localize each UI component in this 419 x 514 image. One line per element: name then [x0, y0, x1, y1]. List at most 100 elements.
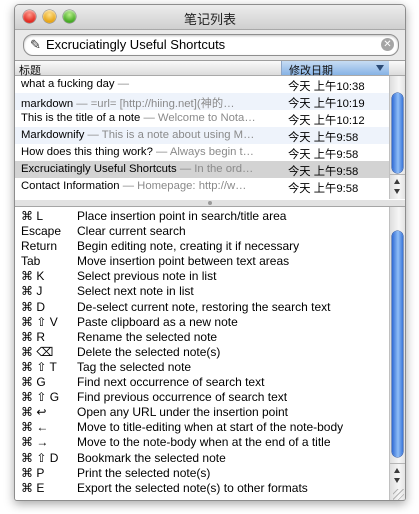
- shortcut-key: ⌘ G: [21, 375, 46, 390]
- note-date: 今天 上午9:58: [288, 166, 359, 178]
- note-list-row[interactable]: Excruciatingly Useful Shortcuts — In the…: [15, 161, 390, 178]
- search-field[interactable]: ✎ Excruciatingly Useful Shortcuts ✕: [23, 34, 399, 56]
- note-list-row[interactable]: what a fucking day — 今天 上午10:38: [15, 76, 390, 93]
- shortcut-line: ⌘ ⇧ T Tag the selected note: [15, 359, 390, 374]
- shortcut-description: Move to title-editing when at start of t…: [77, 420, 344, 435]
- note-list-row[interactable]: Contact Information — Homepage: http://w…: [15, 178, 390, 195]
- column-header-date[interactable]: 修改日期: [281, 61, 389, 77]
- note-scrollbar[interactable]: [389, 207, 405, 500]
- note-title: Markdownify: [21, 129, 85, 141]
- splitter-handle-icon[interactable]: [208, 201, 212, 205]
- shortcut-line: ⌘ ⇧ G Find previous occurrence of search …: [15, 389, 390, 404]
- note-preview: — In the ord…: [176, 163, 254, 175]
- note-title: Excruciatingly Useful Shortcuts: [21, 163, 177, 175]
- note-list-row[interactable]: Markdownify — This is a note about using…: [15, 127, 390, 144]
- note-title-cell: what a fucking day —: [21, 78, 275, 90]
- shortcut-description: Move to the note-body when at the end of…: [77, 435, 331, 450]
- shortcut-line: ⌘ ↩ Open any URL under the insertion poin…: [15, 404, 390, 419]
- scroll-down-icon[interactable]: [394, 189, 400, 194]
- pencil-icon: ✎: [30, 37, 41, 52]
- shortcut-key: ⌘ ⇧ V: [21, 314, 58, 329]
- shortcut-description: Bookmark the selected note: [77, 450, 226, 465]
- shortcut-description: Export the selected note(s) to other for…: [77, 480, 308, 495]
- note-body[interactable]: ⌘ L Place insertion point in search/title…: [15, 208, 390, 495]
- shortcut-description: Print the selected note(s): [77, 465, 211, 480]
- note-date: 今天 上午10:19: [288, 98, 365, 110]
- note-list-row[interactable]: markdown — =url= [http://hiing.net](神的… 今…: [15, 93, 390, 110]
- shortcut-key: Escape: [21, 224, 62, 239]
- note-preview: — This is a note about using M…: [84, 129, 255, 141]
- note-scrollbar-thumb[interactable]: [392, 231, 403, 457]
- shortcut-description: Begin editing note, creating it if neces…: [77, 239, 300, 254]
- note-title: markdown: [21, 98, 74, 110]
- shortcut-description: Clear current search: [77, 224, 186, 239]
- shortcut-line: ⌘ E Export the selected note(s) to other …: [15, 480, 390, 495]
- notes-window: 笔记列表 ✎ Excruciatingly Useful Shortcuts ✕…: [14, 4, 406, 501]
- shortcut-description: Find next occurrence of search text: [77, 375, 265, 390]
- title-bar: 笔记列表: [15, 5, 405, 30]
- shortcut-key: Return: [21, 239, 58, 254]
- note-title-cell: This is the title of a note — Welcome to…: [21, 112, 275, 124]
- note-title: This is the title of a note: [21, 112, 141, 124]
- shortcut-key: ⌘ ←: [21, 420, 49, 435]
- search-input-value[interactable]: Excruciatingly Useful Shortcuts: [46, 37, 225, 52]
- shortcut-description: Tag the selected note: [77, 359, 192, 374]
- note-date: 今天 上午9:58: [288, 183, 359, 195]
- note-title: what a fucking day: [21, 78, 115, 90]
- shortcut-line: ⌘ J Select next note in list: [15, 283, 390, 298]
- note-list-row[interactable]: This is the title of a note — Welcome to…: [15, 110, 390, 127]
- shortcut-line: Tab Move insertion point between text are…: [15, 253, 390, 268]
- note-editor[interactable]: ⌘ L Place insertion point in search/title…: [15, 206, 405, 500]
- scroll-up-icon[interactable]: [394, 468, 400, 473]
- shortcut-key: ⌘ P: [21, 465, 45, 480]
- resize-grip-icon[interactable]: [393, 489, 404, 500]
- shortcut-key: ⌘ J: [21, 284, 43, 299]
- note-preview: — Welcome to Nota…: [140, 112, 256, 124]
- note-date: 今天 上午10:12: [288, 115, 365, 127]
- note-title-cell: markdown — =url= [http://hiing.net](神的…: [21, 95, 275, 111]
- shortcut-key: Tab: [21, 254, 41, 269]
- shortcut-line: ⌘ P Print the selected note(s): [15, 465, 390, 480]
- shortcut-description: Rename the selected note: [77, 329, 218, 344]
- note-title: How does this thing work?: [21, 146, 153, 158]
- note-date: 今天 上午9:58: [288, 132, 359, 144]
- shortcut-key: ⌘ E: [21, 480, 45, 495]
- note-date: 今天 上午9:58: [288, 149, 359, 161]
- note-preview: —: [114, 78, 130, 90]
- shortcut-line: ⌘ ⌫ Delete the selected note(s): [15, 344, 390, 359]
- note-title-cell: Excruciatingly Useful Shortcuts — In the…: [21, 163, 275, 175]
- scroll-up-icon[interactable]: [394, 179, 400, 184]
- shortcut-key: ⌘ ↩: [21, 405, 47, 420]
- notes-list[interactable]: 标题 修改日期 what a fucking day — 今天 上午10:38 ma…: [15, 60, 405, 201]
- shortcut-line: ⌘ G Find next occurrence of search text: [15, 374, 390, 389]
- shortcut-line: Return Begin editing note, creating it if…: [15, 238, 390, 253]
- note-title-cell: How does this thing work? — Always begin…: [21, 146, 275, 158]
- note-preview: — Homepage: http://w…: [119, 180, 247, 192]
- shortcut-description: Find previous occurrence of search text: [77, 390, 288, 405]
- shortcut-key: ⌘ D: [21, 299, 45, 314]
- note-title: Contact Information: [21, 180, 120, 192]
- shortcut-line: ⌘ R Rename the selected note: [15, 329, 390, 344]
- shortcut-key: ⌘ L: [21, 209, 44, 223]
- list-scrollbar[interactable]: [389, 76, 405, 199]
- shortcut-line: ⌘ ⇧ D Bookmark the selected note: [15, 450, 390, 465]
- sort-descending-icon: [376, 65, 384, 71]
- shortcut-line: ⌘ L Place insertion point in search/title…: [15, 208, 390, 223]
- shortcut-key: ⌘ R: [21, 329, 45, 344]
- list-scrollbar-thumb[interactable]: [392, 93, 403, 173]
- note-scroll-arrows[interactable]: [390, 463, 405, 488]
- note-date: 今天 上午10:38: [288, 81, 365, 93]
- scroll-down-icon[interactable]: [394, 478, 400, 483]
- shortcut-line: Escape Clear current search: [15, 223, 390, 238]
- shortcut-description: Move insertion point between text areas: [77, 254, 290, 269]
- shortcut-line: ⌘ D De-select current note, restoring the…: [15, 299, 390, 314]
- note-list-row[interactable]: How does this thing work? — Always begin…: [15, 144, 390, 161]
- shortcut-description: Select next note in list: [77, 284, 194, 299]
- shortcut-line: ⌘ → Move to the note-body when at the end…: [15, 434, 390, 449]
- clear-search-icon[interactable]: ✕: [381, 38, 394, 51]
- shortcut-description: Place insertion point in search/title ar…: [77, 209, 287, 223]
- shortcut-key: ⌘ →: [21, 435, 49, 450]
- shortcut-description: De-select current note, restoring the se…: [77, 299, 331, 314]
- shortcut-line: ⌘ ← Move to title-editing when at start o…: [15, 419, 390, 434]
- list-scroll-arrows[interactable]: [390, 174, 405, 199]
